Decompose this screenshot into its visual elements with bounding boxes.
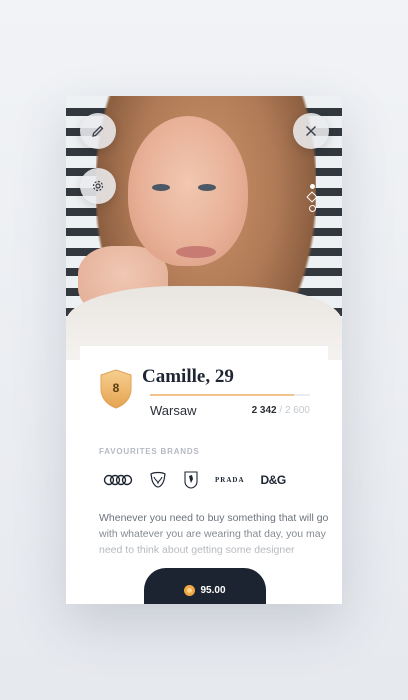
- profile-photo: [66, 96, 342, 360]
- gear-icon: [92, 180, 104, 192]
- ram-logo-icon: [150, 471, 166, 488]
- brands-title: FAVOURITES BRANDS: [99, 447, 200, 456]
- pagination-dot[interactable]: [306, 191, 318, 203]
- level-badge: 8: [99, 369, 133, 409]
- points-progress-fill: [150, 394, 294, 396]
- price-value: 95.00: [200, 584, 226, 596]
- points-counter: 2 342 / 2 600: [252, 405, 310, 416]
- brand-dg[interactable]: D&G: [261, 470, 287, 490]
- brand-prada[interactable]: PRADA: [215, 470, 245, 490]
- price-button[interactable]: 95.00: [144, 568, 266, 604]
- ferrari-logo-icon: [184, 471, 198, 489]
- profile-info: 8 Camille, 29 Warsaw 2 342 / 2 600: [80, 346, 328, 426]
- level-value: 8: [112, 381, 120, 395]
- close-button[interactable]: [293, 113, 329, 149]
- edit-button[interactable]: [80, 113, 116, 149]
- audi-logo-icon: [103, 474, 133, 486]
- profile-name: Camille, 29: [142, 366, 234, 387]
- photo-pagination: [306, 180, 318, 216]
- profile-city: Warsaw: [150, 403, 197, 418]
- profile-card: 8 Camille, 29 Warsaw 2 342 / 2 600 FAVOU…: [66, 96, 342, 604]
- pagination-dot[interactable]: [309, 184, 315, 189]
- points-max: 2 600: [284, 405, 310, 416]
- points-current: 2 342: [251, 405, 277, 416]
- coin-icon: [184, 584, 196, 596]
- brand-audi[interactable]: [103, 470, 133, 490]
- settings-button[interactable]: [80, 168, 116, 204]
- brand-ferrari[interactable]: [183, 470, 199, 490]
- points-separator: /: [279, 405, 283, 416]
- pencil-icon: [92, 125, 104, 137]
- brands-list: PRADA D&G: [103, 470, 303, 490]
- brand-dodge[interactable]: [149, 470, 167, 490]
- pagination-dot[interactable]: [308, 205, 316, 212]
- close-icon: [306, 126, 316, 136]
- points-progress: [150, 394, 310, 396]
